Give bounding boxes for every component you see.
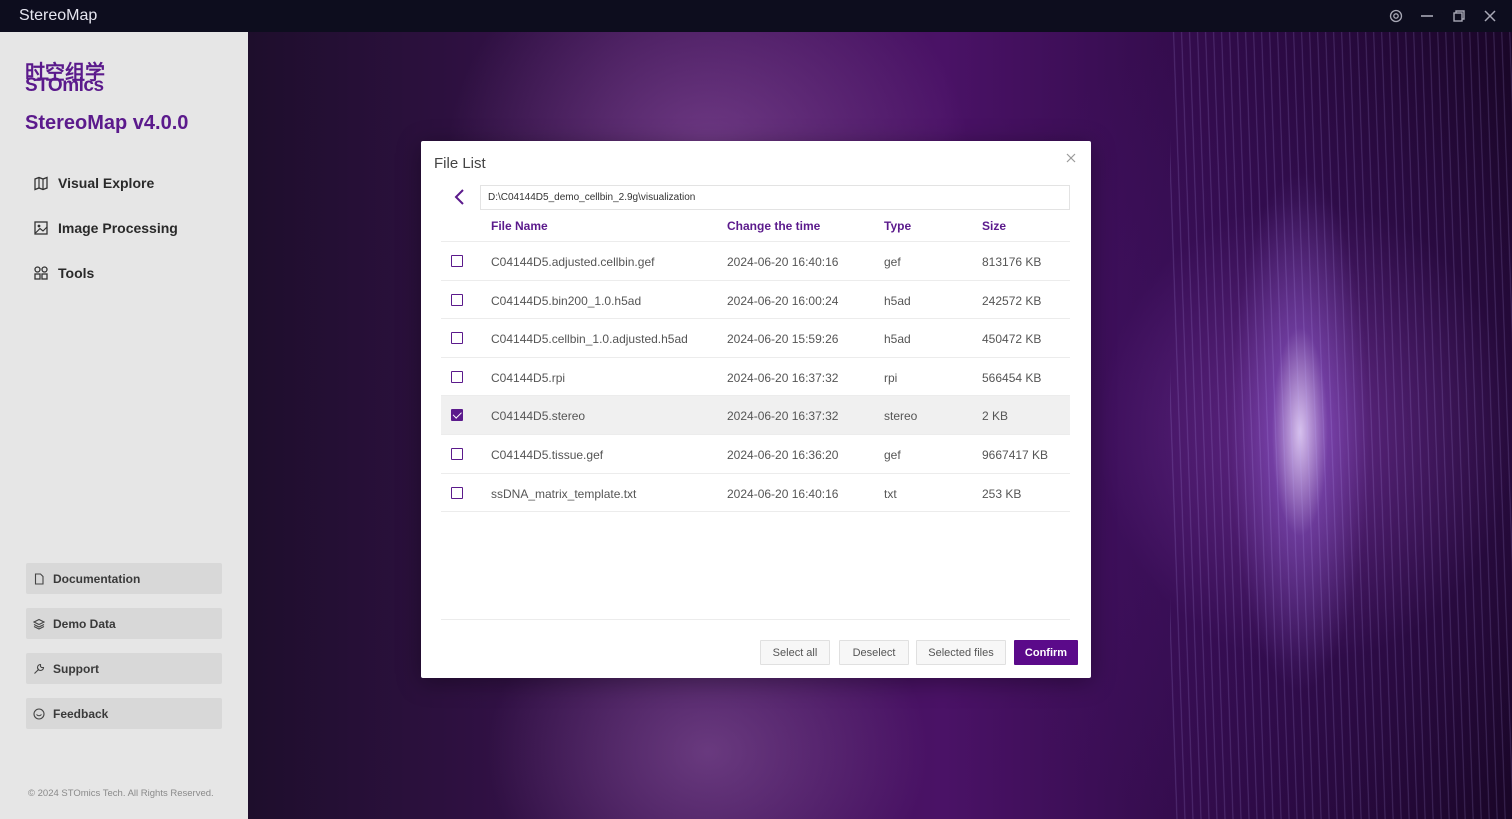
change-time-cell: 2024-06-20 15:59:26 <box>727 332 839 347</box>
table-row[interactable]: C04144D5.tissue.gef 2024-06-20 16:36:20 ge… <box>441 435 1070 474</box>
feedback-button[interactable]: Feedback <box>26 698 222 729</box>
nav-image-processing[interactable]: Image Processing <box>33 216 178 240</box>
change-time-cell: 2024-06-20 16:40:16 <box>727 255 839 269</box>
table-body: C04144D5.adjusted.cellbin.gef 2024-06-20 … <box>441 242 1070 513</box>
type-cell: h5ad <box>884 332 911 347</box>
size-cell: 242572 KB <box>982 293 1042 308</box>
support-label: Support <box>53 661 99 676</box>
nav-visual-explore[interactable]: Visual Explore <box>33 171 154 195</box>
size-cell: 2 KB <box>982 409 1009 424</box>
copyright-text: © 2024 STOmics Tech. All Rights Reserved… <box>28 788 214 799</box>
logo-english-text: STOmics <box>25 75 104 96</box>
nav-label: Image Processing <box>58 220 178 236</box>
table-row[interactable]: ssDNA_matrix_template.txt 2024-06-20 16:4… <box>441 474 1070 513</box>
confirm-button[interactable]: Confirm <box>1014 640 1078 665</box>
file-name-cell: C04144D5.cellbin_1.0.adjusted.h5ad <box>491 332 688 347</box>
file-name-cell: C04144D5.tissue.gef <box>491 447 604 462</box>
row-checkbox[interactable] <box>451 409 463 422</box>
path-input[interactable] <box>480 185 1070 210</box>
row-checkbox[interactable] <box>451 486 463 499</box>
dialog-title: File List <box>434 155 486 172</box>
documentation-button[interactable]: Documentation <box>26 563 222 594</box>
table-row[interactable]: C04144D5.cellbin_1.0.adjusted.h5ad 2024-0… <box>441 319 1070 358</box>
table-row[interactable]: C04144D5.adjusted.cellbin.gef 2024-06-20 … <box>441 242 1070 281</box>
close-window-icon[interactable] <box>1480 6 1500 26</box>
row-checkbox[interactable] <box>451 332 463 345</box>
app-version: StereoMap v4.0.0 <box>25 112 189 134</box>
size-cell: 566454 KB <box>982 370 1042 385</box>
file-list-dialog: File List File Name Change the time Type… <box>421 141 1091 678</box>
map-icon <box>33 175 49 191</box>
change-time-cell: 2024-06-20 16:37:32 <box>727 409 839 424</box>
nav-label: Visual Explore <box>58 175 155 191</box>
stomics-logo: 时空组学 STOmics <box>25 56 115 96</box>
documentation-label: Documentation <box>53 571 141 586</box>
minimize-icon[interactable] <box>1417 6 1437 26</box>
feedback-label: Feedback <box>53 706 109 721</box>
row-checkbox[interactable] <box>451 293 463 306</box>
grid-icon <box>33 265 49 281</box>
file-name-cell: C04144D5.rpi <box>491 370 566 385</box>
type-cell: txt <box>884 486 897 501</box>
file-name-cell: ssDNA_matrix_template.txt <box>491 486 637 501</box>
document-icon <box>33 572 45 585</box>
change-time-cell: 2024-06-20 16:40:16 <box>727 486 839 501</box>
size-cell: 813176 KB <box>982 255 1042 269</box>
file-name-cell: C04144D5.bin200_1.0.h5ad <box>491 293 642 308</box>
column-file-name[interactable]: File Name <box>491 219 548 233</box>
restore-icon[interactable] <box>1449 6 1469 26</box>
column-size[interactable]: Size <box>982 219 1006 233</box>
row-checkbox[interactable] <box>451 370 463 383</box>
smile-icon <box>33 707 45 720</box>
support-button[interactable]: Support <box>26 653 222 684</box>
change-time-cell: 2024-06-20 16:36:20 <box>727 447 839 462</box>
close-icon[interactable] <box>1064 151 1078 165</box>
row-checkbox[interactable] <box>451 255 463 267</box>
type-cell: gef <box>884 255 901 269</box>
type-cell: rpi <box>884 370 898 385</box>
nav-tools[interactable]: Tools <box>33 261 94 285</box>
type-cell: gef <box>884 447 901 462</box>
image-icon <box>33 220 49 236</box>
deselect-button[interactable]: Deselect <box>839 640 909 665</box>
table-row[interactable]: C04144D5.bin200_1.0.h5ad 2024-06-20 16:00… <box>441 281 1070 320</box>
background-light-rays <box>1170 32 1512 819</box>
selected-files-button[interactable]: Selected files <box>916 640 1006 665</box>
sidebar: 时空组学 STOmics StereoMap v4.0.0 Visual Exp… <box>0 32 248 819</box>
change-time-cell: 2024-06-20 16:00:24 <box>727 293 839 308</box>
back-arrow-icon[interactable] <box>452 187 468 207</box>
size-cell: 450472 KB <box>982 332 1042 347</box>
size-cell: 253 KB <box>982 486 1022 501</box>
title-bar: StereoMap <box>0 0 1512 32</box>
row-checkbox[interactable] <box>451 447 463 460</box>
column-change-time[interactable]: Change the time <box>727 219 820 233</box>
change-time-cell: 2024-06-20 16:37:32 <box>727 370 839 385</box>
file-name-cell: C04144D5.stereo <box>491 409 586 424</box>
file-name-cell: C04144D5.adjusted.cellbin.gef <box>491 255 655 269</box>
demo-data-label: Demo Data <box>53 616 116 631</box>
nav-label: Tools <box>58 265 95 281</box>
settings-icon[interactable] <box>1386 6 1406 26</box>
table-header: File Name Change the time Type Size <box>441 211 1070 242</box>
column-type[interactable]: Type <box>884 219 911 233</box>
table-row[interactable]: C04144D5.stereo 2024-06-20 16:37:32 stereo… <box>441 396 1070 435</box>
app-title: StereoMap <box>19 7 98 24</box>
size-cell: 9667417 KB <box>982 447 1049 462</box>
select-all-button[interactable]: Select all <box>760 640 830 665</box>
type-cell: h5ad <box>884 293 911 308</box>
table-row[interactable]: C04144D5.rpi 2024-06-20 16:37:32 rpi 566454… <box>441 358 1070 397</box>
demo-data-button[interactable]: Demo Data <box>26 608 222 639</box>
footer-divider <box>441 619 1070 620</box>
layers-icon <box>32 618 46 630</box>
wrench-icon <box>33 663 45 675</box>
file-table: File Name Change the time Type Size C041… <box>441 211 1070 513</box>
type-cell: stereo <box>884 409 918 424</box>
